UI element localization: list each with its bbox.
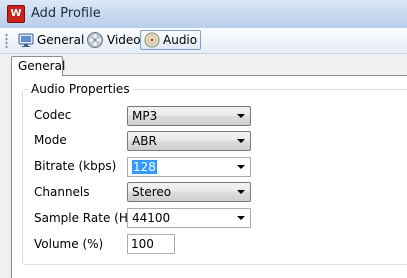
volume-input[interactable]: 100 [127,234,175,254]
bitrate-combobox[interactable]: 128 [127,157,251,177]
channels-select[interactable]: Stereo [127,182,251,202]
mode-label: Mode [34,133,67,147]
toolbar-video-label: Video [107,33,141,47]
profile-toolbar: General Video Audio [0,28,407,54]
mode-select[interactable]: ABR [127,131,251,151]
title-bar[interactable]: W Add Profile [0,0,407,28]
chevron-down-icon [237,190,245,194]
sample-rate-label: Sample Rate (Hz) [34,211,139,225]
toolbar-audio-label: Audio [163,33,198,47]
codec-select[interactable]: MP3 [127,106,251,126]
codec-value: MP3 [132,109,158,123]
bitrate-label: Bitrate (kbps) [34,159,117,173]
window-title: Add Profile [31,6,101,21]
chevron-down-icon [237,114,245,118]
chevron-down-icon[interactable] [237,216,245,220]
mode-value: ABR [132,134,157,148]
tab-general[interactable]: General [11,56,65,76]
chevron-down-icon [237,139,245,143]
toolbar-grip[interactable] [5,33,8,48]
film-reel-icon [87,32,103,48]
audio-disc-icon [144,32,160,48]
toolbar-video-button[interactable]: Video [82,30,145,50]
channels-label: Channels [34,185,90,199]
monitor-icon [18,33,34,47]
sample-rate-value[interactable]: 44100 [132,211,170,225]
toolbar-general-label: General [37,33,85,47]
sample-rate-combobox[interactable]: 44100 [127,208,251,228]
toolbar-general-button[interactable]: General [14,30,88,50]
title-bar-background-pattern [150,7,407,21]
volume-label: Volume (%) [34,237,104,251]
chevron-down-icon[interactable] [237,165,245,169]
bitrate-value[interactable]: 128 [132,160,157,174]
toolbar-audio-button[interactable]: Audio [140,30,202,50]
channels-value: Stereo [132,185,172,199]
codec-label: Codec [34,108,72,122]
audio-properties-group-label: Audio Properties [28,82,133,96]
app-logo-icon[interactable]: W [7,5,25,23]
